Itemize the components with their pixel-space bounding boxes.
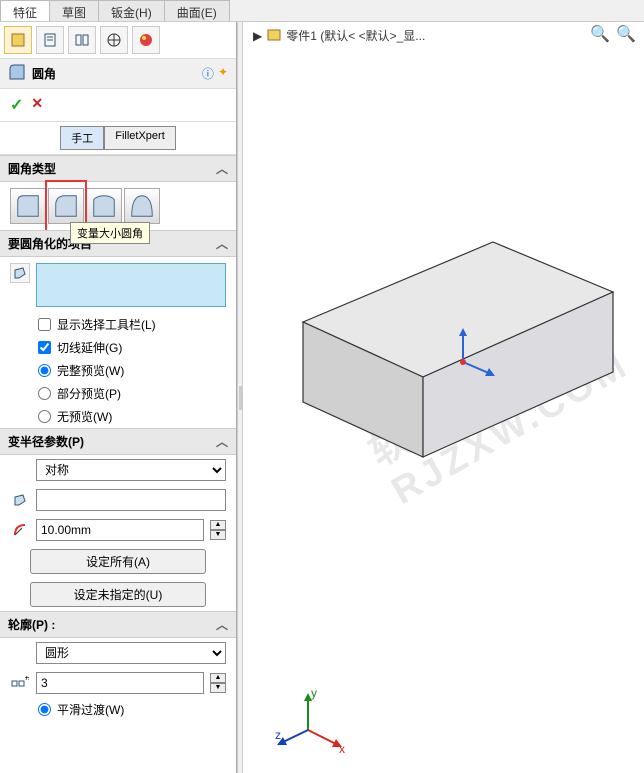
section-params[interactable]: 变半径参数(P) ︿	[0, 428, 236, 455]
breadcrumb-text: 零件1 (默认< <默认>_显...	[286, 27, 425, 44]
radius-icon	[10, 520, 30, 540]
edge-select-icon[interactable]	[10, 263, 30, 283]
opt-show-toolbar[interactable]: 显示选择工具栏(L)	[0, 313, 236, 336]
breadcrumb-arrow-icon[interactable]: ▶	[253, 29, 262, 43]
items-selection-row	[0, 257, 236, 313]
opt-preview-partial[interactable]: 部分预览(P)	[0, 382, 236, 405]
origin-triad[interactable]	[443, 322, 503, 382]
tab-sheetmetal[interactable]: 钣金(H)	[98, 0, 165, 21]
fillet-icon	[8, 63, 26, 84]
radius-row: ▲▼	[0, 515, 236, 545]
fillet-type-tooltip: 变量大小圆角	[70, 222, 150, 244]
fillet-type-full[interactable]	[124, 188, 160, 224]
triad-z-label: z	[275, 728, 281, 742]
tab-sketch[interactable]: 草图	[49, 0, 99, 21]
profile-shape-icon	[10, 643, 30, 663]
triad-y-label: y	[311, 686, 317, 700]
mode-xpert[interactable]: FilletXpert	[104, 126, 176, 150]
sym-row: 对称	[0, 455, 236, 485]
section-fillet-type[interactable]: 圆角类型 ︿	[0, 155, 236, 182]
section-profile[interactable]: 轮廓(P) : ︿	[0, 611, 236, 638]
param-empty-input[interactable]	[36, 489, 226, 511]
svg-text:#: #	[25, 676, 29, 683]
selection-listbox[interactable]	[36, 263, 226, 307]
fillet-type-face[interactable]	[86, 188, 122, 224]
param-empty-row	[0, 485, 236, 515]
command-title: 圆角	[32, 65, 56, 82]
profile-shape-select[interactable]: 圆形	[36, 642, 226, 664]
set-unset-button[interactable]: 设定未指定的(U)	[30, 582, 206, 607]
profile-count-row: # ▲▼	[0, 668, 236, 698]
radius-spinner[interactable]: ▲▼	[210, 520, 226, 540]
set-all-button[interactable]: 设定所有(A)	[30, 549, 206, 574]
tangent-checkbox[interactable]	[38, 341, 51, 354]
profile-count-input[interactable]	[36, 672, 204, 694]
profile-shape-row: 圆形	[0, 638, 236, 668]
pin-icon[interactable]: ✦	[218, 65, 228, 82]
panel-scroll[interactable]: 圆角类型 ︿ 变量大小圆角 要圆角化的项目 ︿ 显示选择工具栏(L) 切线延伸(…	[0, 155, 236, 773]
ok-button[interactable]: ✓	[10, 95, 23, 115]
fillet-type-variable[interactable]	[48, 188, 84, 224]
mode-row: 手工 FilletXpert	[0, 122, 236, 155]
ok-cancel-row: ✓ ✕	[0, 89, 236, 122]
panel-tab-appearance[interactable]	[132, 26, 160, 54]
sym-icon	[10, 460, 30, 480]
fillet-type-constant[interactable]	[10, 188, 46, 224]
opt-tangent[interactable]: 切线延伸(G)	[0, 336, 236, 359]
fillet-type-row: 变量大小圆角	[0, 182, 236, 230]
param-list-icon[interactable]	[10, 490, 30, 510]
view-triad[interactable]: y x z	[273, 685, 353, 755]
radius-input[interactable]	[36, 519, 204, 541]
preview-partial-radio[interactable]	[38, 387, 51, 400]
triad-x-label: x	[339, 742, 345, 755]
panel-tab-property[interactable]	[36, 26, 64, 54]
mode-manual[interactable]: 手工	[60, 126, 104, 150]
show-toolbar-checkbox[interactable]	[38, 318, 51, 331]
count-icon: #	[10, 673, 30, 693]
symmetry-select[interactable]: 对称	[36, 459, 226, 481]
zoom-fit-icon[interactable]: 🔍	[590, 24, 610, 44]
command-header: 圆角 ⓘ ✦	[0, 59, 236, 89]
feature-panel: 圆角 ⓘ ✦ ✓ ✕ 手工 FilletXpert 圆角类型 ︿	[0, 22, 237, 773]
preview-none-radio[interactable]	[38, 410, 51, 423]
chevron-up-icon: ︿	[216, 433, 228, 450]
chevron-up-icon: ︿	[216, 160, 228, 177]
help-icon[interactable]: ⓘ	[202, 65, 214, 82]
opt-preview-none[interactable]: 无预览(W)	[0, 405, 236, 428]
chevron-up-icon: ︿	[216, 235, 228, 252]
panel-tab-feature-tree[interactable]	[4, 26, 32, 54]
count-spinner[interactable]: ▲▼	[210, 673, 226, 693]
top-tab-bar: 特征 草图 钣金(H) 曲面(E)	[0, 0, 644, 22]
zoom-area-icon[interactable]: 🔍	[616, 24, 636, 44]
breadcrumb[interactable]: ▶ 零件1 (默认< <默认>_显...	[253, 26, 425, 45]
chevron-up-icon: ︿	[216, 616, 228, 633]
part-icon	[266, 26, 282, 45]
opt-smooth[interactable]: 平滑过渡(W)	[0, 698, 236, 721]
preview-full-radio[interactable]	[38, 364, 51, 377]
panel-tab-dim[interactable]	[100, 26, 128, 54]
viewport-3d[interactable]: 🔍 🔍 ▶ 零件1 (默认< <默认>_显... 软件自学网 RJZXW.COM…	[243, 22, 644, 773]
opt-preview-full[interactable]: 完整预览(W)	[0, 359, 236, 382]
zoom-toolbar: 🔍 🔍	[590, 24, 636, 44]
cancel-button[interactable]: ✕	[31, 95, 43, 115]
panel-tab-icons	[0, 22, 236, 59]
smooth-radio[interactable]	[38, 703, 51, 716]
panel-tab-config[interactable]	[68, 26, 96, 54]
tab-surface[interactable]: 曲面(E)	[164, 0, 230, 21]
tab-feature[interactable]: 特征	[0, 0, 50, 21]
